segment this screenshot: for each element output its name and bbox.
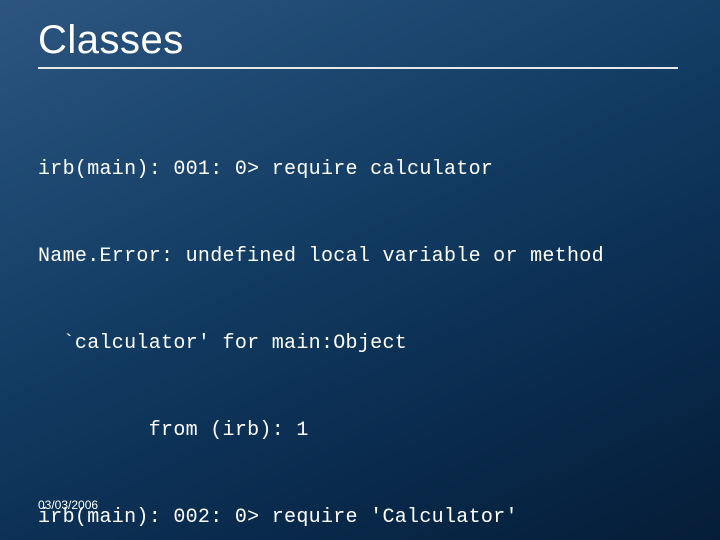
slide-title: Classes bbox=[38, 18, 682, 63]
slide: Classes irb(main): 001: 0> require calcu… bbox=[0, 0, 720, 540]
title-underline bbox=[38, 67, 678, 69]
footer-date: 03/03/2006 bbox=[38, 498, 98, 512]
code-line: Name.Error: undefined local variable or … bbox=[38, 242, 682, 271]
code-line: `calculator' for main:Object bbox=[38, 329, 682, 358]
code-block: irb(main): 001: 0> require calculator Na… bbox=[38, 97, 682, 540]
code-line: from (irb): 1 bbox=[38, 416, 682, 445]
code-line: irb(main): 001: 0> require calculator bbox=[38, 155, 682, 184]
code-line: irb(main): 002: 0> require 'Calculator' bbox=[38, 503, 682, 532]
